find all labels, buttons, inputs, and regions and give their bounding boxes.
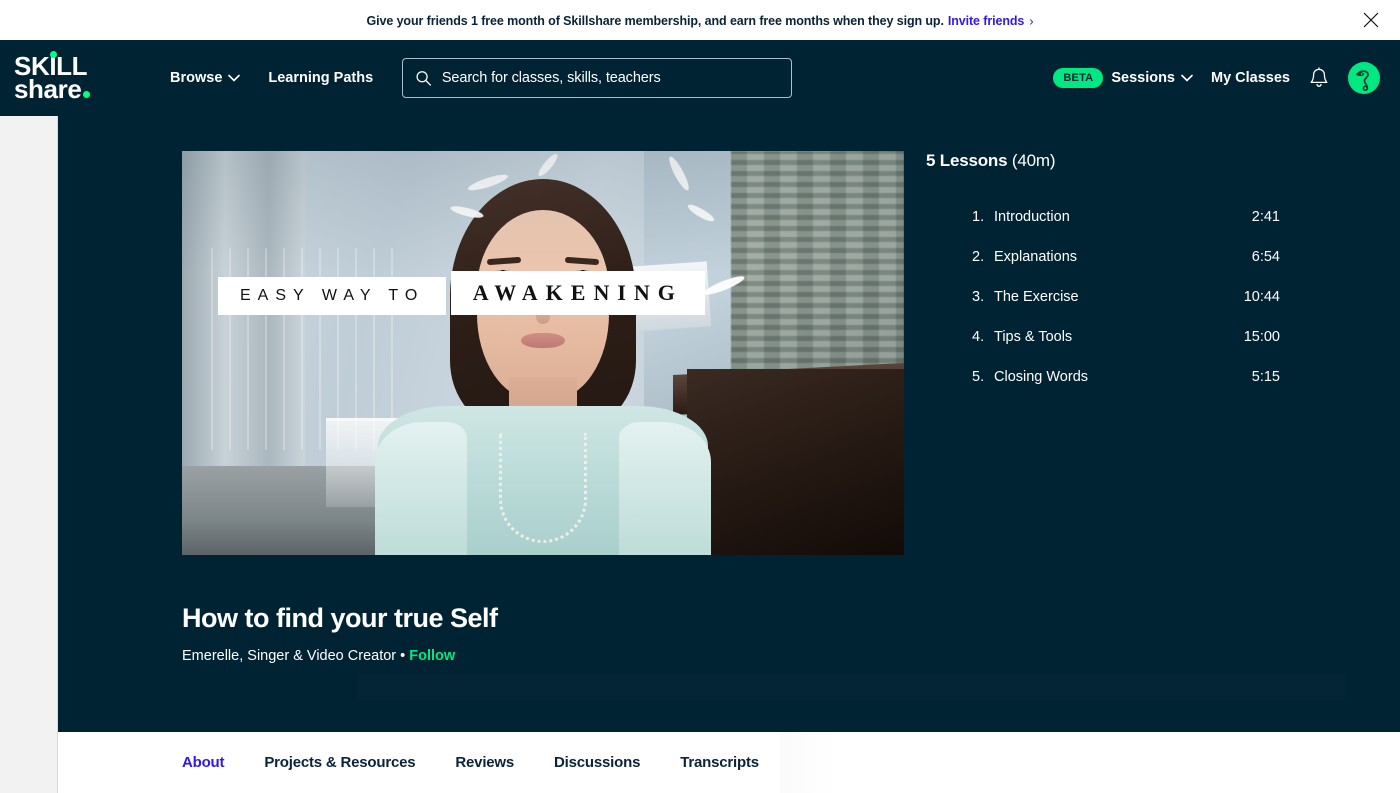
class-video-card: EASY WAY TO AWAKENING How to find your t… <box>182 151 904 732</box>
list-item[interactable]: 5. Closing Words 5:15 <box>926 357 1282 397</box>
video-overlay-line-2: AWAKENING <box>450 271 705 315</box>
close-icon <box>1363 12 1379 28</box>
author-separator: • <box>400 648 406 664</box>
notifications-button[interactable] <box>1308 66 1330 90</box>
search-input[interactable] <box>441 70 780 86</box>
tab-about[interactable]: About <box>182 748 225 777</box>
chevron-down-icon <box>1181 74 1193 82</box>
nav-item-my-classes-label: My Classes <box>1211 70 1290 86</box>
lessons-count: 5 Lessons <box>926 151 1008 170</box>
left-rail <box>0 116 58 793</box>
tab-transcripts[interactable]: Transcripts <box>680 748 759 777</box>
nav-item-sessions-label: Sessions <box>1111 70 1193 86</box>
lesson-title: Explanations <box>994 249 1078 265</box>
video-overlay-gradient <box>182 151 904 555</box>
lessons-duration: (40m) <box>1011 151 1056 170</box>
nav-item-sessions[interactable]: BETA Sessions <box>1053 68 1193 88</box>
nav-item-learning-paths[interactable]: Learning Paths <box>268 70 373 86</box>
list-item[interactable]: 1. Introduction 2:41 <box>926 197 1282 237</box>
nav-item-browse-label: Browse <box>170 70 223 86</box>
chevron-right-icon: › <box>1029 13 1034 28</box>
video-overlay-line-1: EASY WAY TO <box>218 277 447 315</box>
search-icon <box>416 71 432 86</box>
lesson-title: Introduction <box>994 209 1070 225</box>
close-banner-button[interactable] <box>1354 3 1388 37</box>
tab-bar-fade <box>780 732 836 793</box>
lesson-duration: 6:54 <box>1251 249 1280 265</box>
nav-item-browse[interactable]: Browse <box>170 70 241 86</box>
search-bar[interactable] <box>402 58 793 98</box>
logo-period-icon <box>83 91 91 98</box>
logo-line-2-wrap: share <box>14 76 130 102</box>
avatar[interactable] <box>1348 62 1380 94</box>
lesson-title: The Exercise <box>994 289 1079 305</box>
lesson-title: Tips & Tools <box>994 329 1073 345</box>
lesson-number: 5. <box>972 369 985 385</box>
tab-reviews[interactable]: Reviews <box>455 748 514 777</box>
bell-icon <box>1310 67 1328 87</box>
hero-accent-band <box>358 674 1345 700</box>
invite-friends-link[interactable]: Invite friends <box>948 14 1025 28</box>
promo-message-text: Give your friends 1 free month of Skills… <box>366 13 944 28</box>
main-content: EASY WAY TO AWAKENING How to find your t… <box>58 116 1400 793</box>
lesson-duration: 2:41 <box>1251 209 1280 225</box>
list-item[interactable]: 4. Tips & Tools 15:00 <box>926 317 1282 357</box>
primary-nav-links: Browse Learning Paths <box>170 70 373 86</box>
lesson-number: 2. <box>972 249 985 265</box>
lessons-heading: 5 Lessons (40m) <box>926 151 1282 171</box>
top-navigation-bar: SKILL share Browse Learning Paths BETA S… <box>0 40 1400 116</box>
nav-item-learning-paths-label: Learning Paths <box>268 70 374 86</box>
lessons-panel: 5 Lessons (40m) 1. Introduction 2:41 2. … <box>926 151 1282 732</box>
promo-banner: Give your friends 1 free month of Skills… <box>0 0 1400 40</box>
nav-item-my-classes[interactable]: My Classes <box>1211 70 1290 86</box>
page-body: EASY WAY TO AWAKENING How to find your t… <box>0 116 1400 793</box>
lesson-duration: 15:00 <box>1243 329 1280 345</box>
logo-line-2: share <box>14 74 82 104</box>
class-tab-bar: About Projects & Resources Reviews Discu… <box>58 732 1400 793</box>
lesson-number: 4. <box>972 329 985 345</box>
nav-right-group: BETA Sessions My Classes <box>1053 62 1384 94</box>
class-hero-section: EASY WAY TO AWAKENING How to find your t… <box>58 116 1400 732</box>
beta-badge: BETA <box>1053 68 1104 88</box>
avatar-doodle-icon <box>1356 70 1369 92</box>
follow-link[interactable]: Follow <box>409 648 455 664</box>
video-title-overlay: EASY WAY TO AWAKENING <box>218 259 705 315</box>
promo-message: Give your friends 1 free month of Skills… <box>367 13 1034 28</box>
tab-discussions[interactable]: Discussions <box>554 748 640 777</box>
author-name: Emerelle, Singer & Video Creator <box>182 648 397 664</box>
lesson-number: 1. <box>972 209 985 225</box>
lesson-duration: 10:44 <box>1243 289 1280 305</box>
page-title: How to find your true Self <box>182 603 498 633</box>
list-item[interactable]: 2. Explanations 6:54 <box>926 237 1282 277</box>
tab-projects-resources[interactable]: Projects & Resources <box>264 748 415 777</box>
lesson-title: Closing Words <box>994 369 1089 385</box>
lesson-number: 3. <box>972 289 985 305</box>
lesson-list: 1. Introduction 2:41 2. Explanations 6:5… <box>926 197 1282 397</box>
class-author-line: Emerelle, Singer & Video Creator • Follo… <box>182 648 904 664</box>
list-item[interactable]: 3. The Exercise 10:44 <box>926 277 1282 317</box>
lesson-duration: 5:15 <box>1251 369 1280 385</box>
skillshare-logo[interactable]: SKILL share <box>14 51 130 102</box>
sessions-label-text: Sessions <box>1111 70 1175 86</box>
video-thumbnail[interactable]: EASY WAY TO AWAKENING <box>182 151 904 555</box>
chevron-down-icon <box>228 74 241 82</box>
